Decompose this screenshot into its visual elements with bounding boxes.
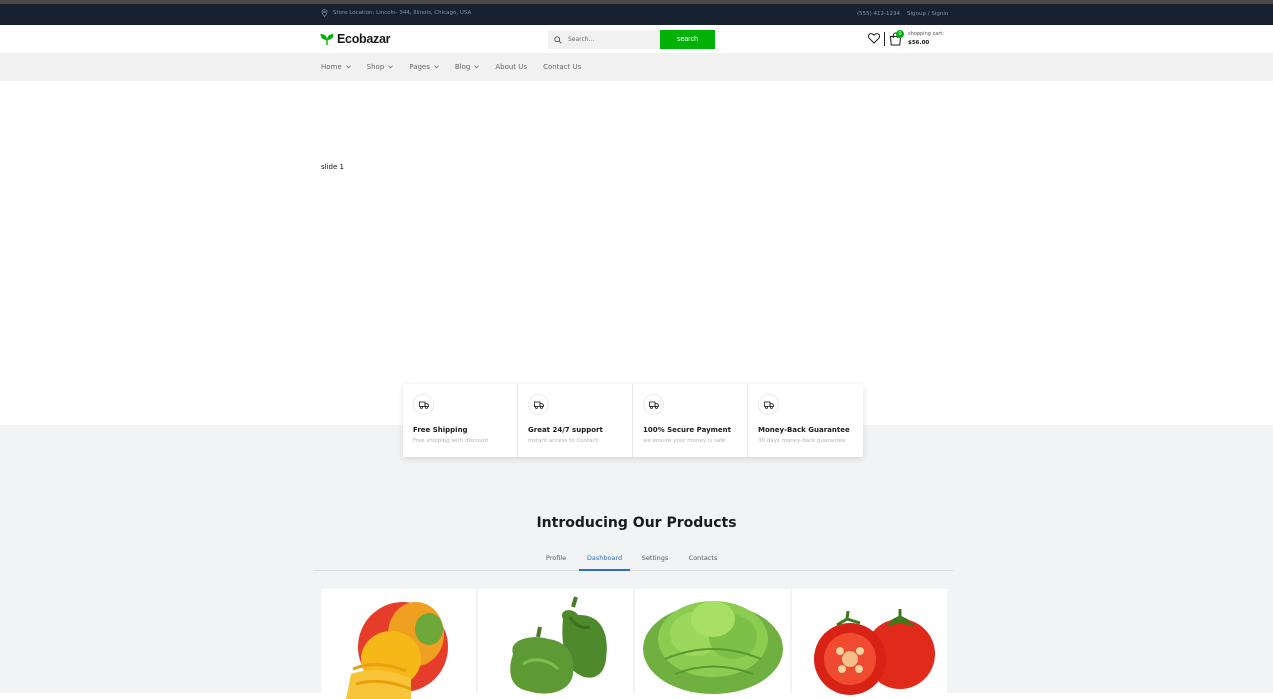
- map-pin-icon: [321, 9, 328, 17]
- cart-count-badge: 0: [896, 30, 904, 38]
- feature-title: 100% Secure Payment: [643, 426, 732, 434]
- nav-item-label: Shop: [366, 63, 385, 71]
- chevron-down-icon: [388, 65, 394, 69]
- product-grid: [321, 589, 947, 699]
- feature-icon-wrap: [413, 394, 434, 415]
- nav-item-label: Contact Us: [543, 63, 582, 71]
- feature-subtitle: Free shipping with discount: [413, 438, 489, 444]
- logo[interactable]: Ecobazar: [320, 32, 390, 46]
- truck-icon: [648, 401, 659, 409]
- nav-item-contact-us[interactable]: Contact Us: [543, 63, 581, 71]
- truck-icon: [418, 401, 429, 409]
- leaf-logo-icon: [320, 33, 334, 45]
- chevron-down-icon: [345, 65, 351, 69]
- auth-separator: /: [927, 11, 930, 17]
- header-divider: [884, 32, 885, 46]
- tab-settings[interactable]: Settings: [635, 546, 675, 570]
- features-bar: Free Shipping Free shipping with discoun…: [403, 384, 863, 457]
- mango-image: [346, 602, 448, 699]
- cart-total: $56.00: [908, 40, 930, 46]
- signup-link[interactable]: Signup: [907, 11, 926, 17]
- feature-icon-wrap: [758, 394, 779, 415]
- green-pepper-image: [510, 596, 607, 694]
- feature-subtitle: Instant access to Contact: [528, 438, 598, 444]
- logo-text: Ecobazar: [337, 32, 391, 46]
- nav-item-label: About Us: [495, 63, 528, 71]
- main-nav: Home Shop Pages Blog About Us Contact Us: [0, 53, 1273, 81]
- product-card[interactable]: [478, 589, 633, 699]
- feature-icon-wrap: [643, 394, 664, 415]
- nav-item-label: Home: [321, 63, 342, 71]
- feature-subtitle: we ensure your money is safe: [643, 438, 726, 444]
- tomato-image: [814, 609, 935, 695]
- top-bar: Store Location: Lincoln- 344, Illinois, …: [0, 4, 1273, 25]
- nav-item-label: Pages: [409, 63, 430, 71]
- section-title: Introducing Our Products: [536, 515, 737, 531]
- hero-slide-label: slide 1: [321, 163, 344, 171]
- feature-support: Great 24/7 support Instant access to Con…: [518, 384, 633, 457]
- tab-dashboard[interactable]: Dashboard: [579, 546, 630, 571]
- product-tabs: Profile Dashboard Settings Contacts: [313, 546, 953, 571]
- header: Ecobazar search 0 shopping cart: $56.00: [0, 25, 1273, 53]
- search-input[interactable]: [568, 36, 648, 43]
- feature-secure-payment: 100% Secure Payment we ensure your money…: [633, 384, 748, 457]
- search-box: [548, 30, 660, 49]
- nav-item-shop[interactable]: Shop: [367, 63, 394, 71]
- store-location-text: Store Location: Lincoln- 344, Illinois, …: [333, 10, 472, 16]
- tab-profile[interactable]: Profile: [536, 546, 576, 570]
- nav-item-pages[interactable]: Pages: [409, 63, 439, 71]
- nav-item-label: Blog: [454, 63, 471, 71]
- signin-link[interactable]: Signin: [931, 11, 948, 17]
- nav-item-about-us[interactable]: About Us: [495, 63, 527, 71]
- feature-free-shipping: Free Shipping Free shipping with discoun…: [403, 384, 518, 457]
- truck-icon: [763, 401, 774, 409]
- lettuce-image: [643, 601, 783, 694]
- phone-number: (555) 412-1234: [857, 11, 901, 17]
- feature-title: Great 24/7 support: [528, 426, 603, 434]
- product-card[interactable]: [635, 589, 790, 699]
- tab-contacts[interactable]: Contacts: [682, 546, 724, 570]
- search-icon: [554, 35, 562, 44]
- feature-money-back: Money-Back Guarantee 30 days money-back …: [748, 384, 863, 457]
- feature-title: Money-Back Guarantee: [758, 426, 850, 434]
- store-location: Store Location: Lincoln- 344, Illinois, …: [321, 9, 471, 17]
- chevron-down-icon: [434, 65, 439, 69]
- chevron-down-icon: [474, 65, 480, 69]
- cart-label: shopping cart:: [908, 31, 945, 37]
- truck-icon: [533, 401, 544, 409]
- feature-icon-wrap: [528, 394, 549, 415]
- search-button[interactable]: search: [660, 30, 715, 49]
- feature-title: Free Shipping: [413, 426, 468, 434]
- feature-subtitle: 30 days money-back guarantee: [758, 438, 846, 444]
- nav-item-home[interactable]: Home: [321, 63, 351, 71]
- product-card[interactable]: [792, 589, 947, 699]
- heart-icon[interactable]: [868, 33, 880, 44]
- nav-item-blog[interactable]: Blog: [454, 63, 480, 71]
- product-card[interactable]: [321, 589, 476, 699]
